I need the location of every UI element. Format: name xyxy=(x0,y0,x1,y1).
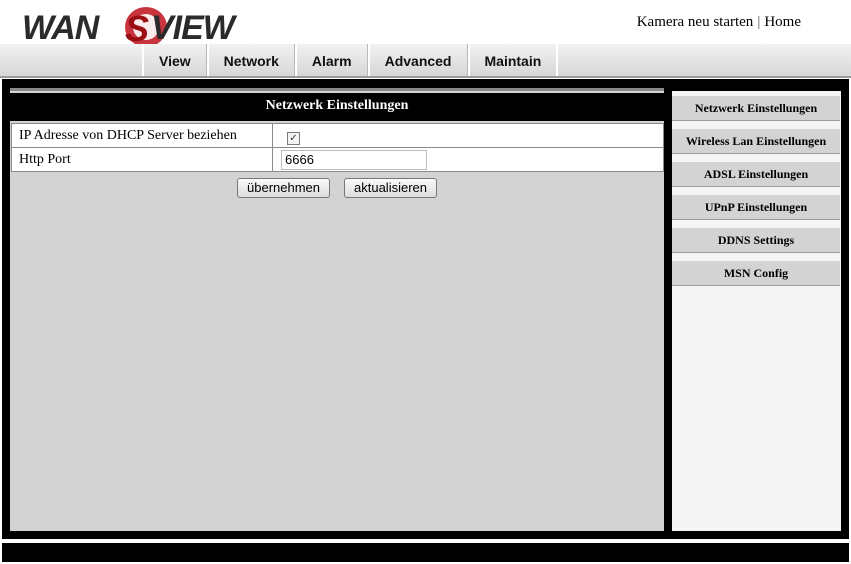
tab-network[interactable]: Network xyxy=(206,44,295,76)
restart-camera-link[interactable]: Kamera neu starten xyxy=(637,14,754,30)
wansview-logo: WAN S VIEW xyxy=(22,7,239,49)
tab-maintain[interactable]: Maintain xyxy=(467,44,559,76)
table-row: Http Port xyxy=(11,147,664,172)
sidebar-item-network-settings[interactable]: Netzwerk Einstellungen xyxy=(672,96,840,121)
http-port-cell xyxy=(272,147,664,172)
sidebar xyxy=(672,91,841,531)
apply-button[interactable]: übernehmen xyxy=(237,178,330,198)
http-port-input[interactable] xyxy=(281,149,427,170)
svg-text:WAN: WAN xyxy=(22,9,101,47)
refresh-button[interactable]: aktualisieren xyxy=(344,178,437,198)
dhcp-checkbox[interactable]: ✓ xyxy=(287,131,300,145)
footer-bar xyxy=(2,543,849,562)
panel-divider xyxy=(10,88,664,91)
button-row: übernehmen aktualisieren xyxy=(10,178,664,198)
sidebar-item-msn[interactable]: MSN Config xyxy=(672,261,840,286)
svg-text:S: S xyxy=(125,8,149,49)
header: WAN S VIEW Kamera neu starten | Home xyxy=(0,0,851,49)
link-separator: | xyxy=(757,14,761,30)
tab-view[interactable]: View xyxy=(142,44,207,76)
sidebar-item-wireless-lan[interactable]: Wireless Lan Einstellungen xyxy=(672,129,840,154)
http-port-label: Http Port xyxy=(11,147,273,172)
main-nav: View Network Alarm Advanced Maintain xyxy=(0,44,851,78)
sidebar-item-adsl[interactable]: ADSL Einstellungen xyxy=(672,162,840,187)
tab-advanced[interactable]: Advanced xyxy=(367,44,468,76)
home-link[interactable]: Home xyxy=(764,14,801,30)
svg-text:VIEW: VIEW xyxy=(151,9,238,47)
top-links: Kamera neu starten | Home xyxy=(637,14,801,31)
sidebar-item-upnp[interactable]: UPnP Einstellungen xyxy=(672,195,840,220)
sidebar-item-ddns[interactable]: DDNS Settings xyxy=(672,228,840,253)
dhcp-cell: ✓ xyxy=(272,123,664,148)
table-row: IP Adresse von DHCP Server beziehen ✓ xyxy=(11,123,664,148)
tab-alarm[interactable]: Alarm xyxy=(294,44,368,76)
panel-title: Netzwerk Einstellungen xyxy=(10,93,664,121)
dhcp-label: IP Adresse von DHCP Server beziehen xyxy=(11,123,273,148)
settings-table: IP Adresse von DHCP Server beziehen ✓ Ht… xyxy=(11,123,664,172)
